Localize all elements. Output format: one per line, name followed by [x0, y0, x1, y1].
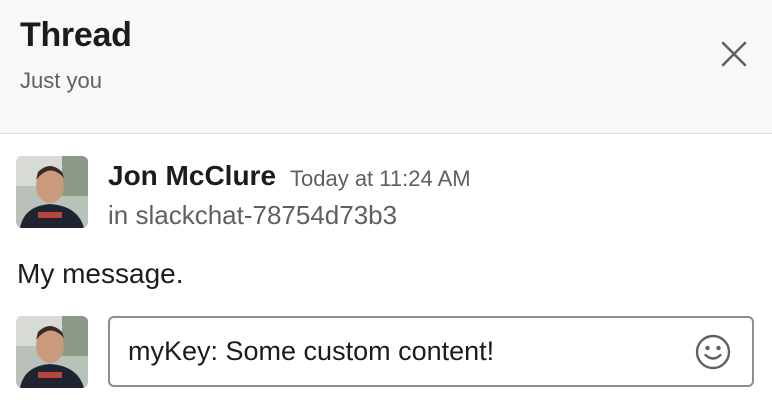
- message-text: My message.: [17, 258, 184, 289]
- emoji-button[interactable]: [694, 333, 732, 371]
- thread-subtitle: Just you: [20, 68, 102, 93]
- composer-avatar: [16, 316, 88, 388]
- message-timestamp[interactable]: Today at 11:24 AM: [290, 166, 471, 192]
- message-input[interactable]: [128, 318, 668, 385]
- author-avatar[interactable]: [16, 156, 88, 228]
- emoji-smile-icon: [695, 334, 731, 370]
- message-composer[interactable]: [108, 316, 754, 387]
- close-icon: [721, 41, 747, 67]
- close-button[interactable]: [714, 34, 754, 74]
- message-channel[interactable]: in slackchat-78754d73b3: [108, 200, 397, 231]
- thread-title: Thread: [20, 16, 132, 54]
- message-author[interactable]: Jon McClure: [108, 160, 276, 192]
- thread-header: Thread Just you: [0, 0, 772, 134]
